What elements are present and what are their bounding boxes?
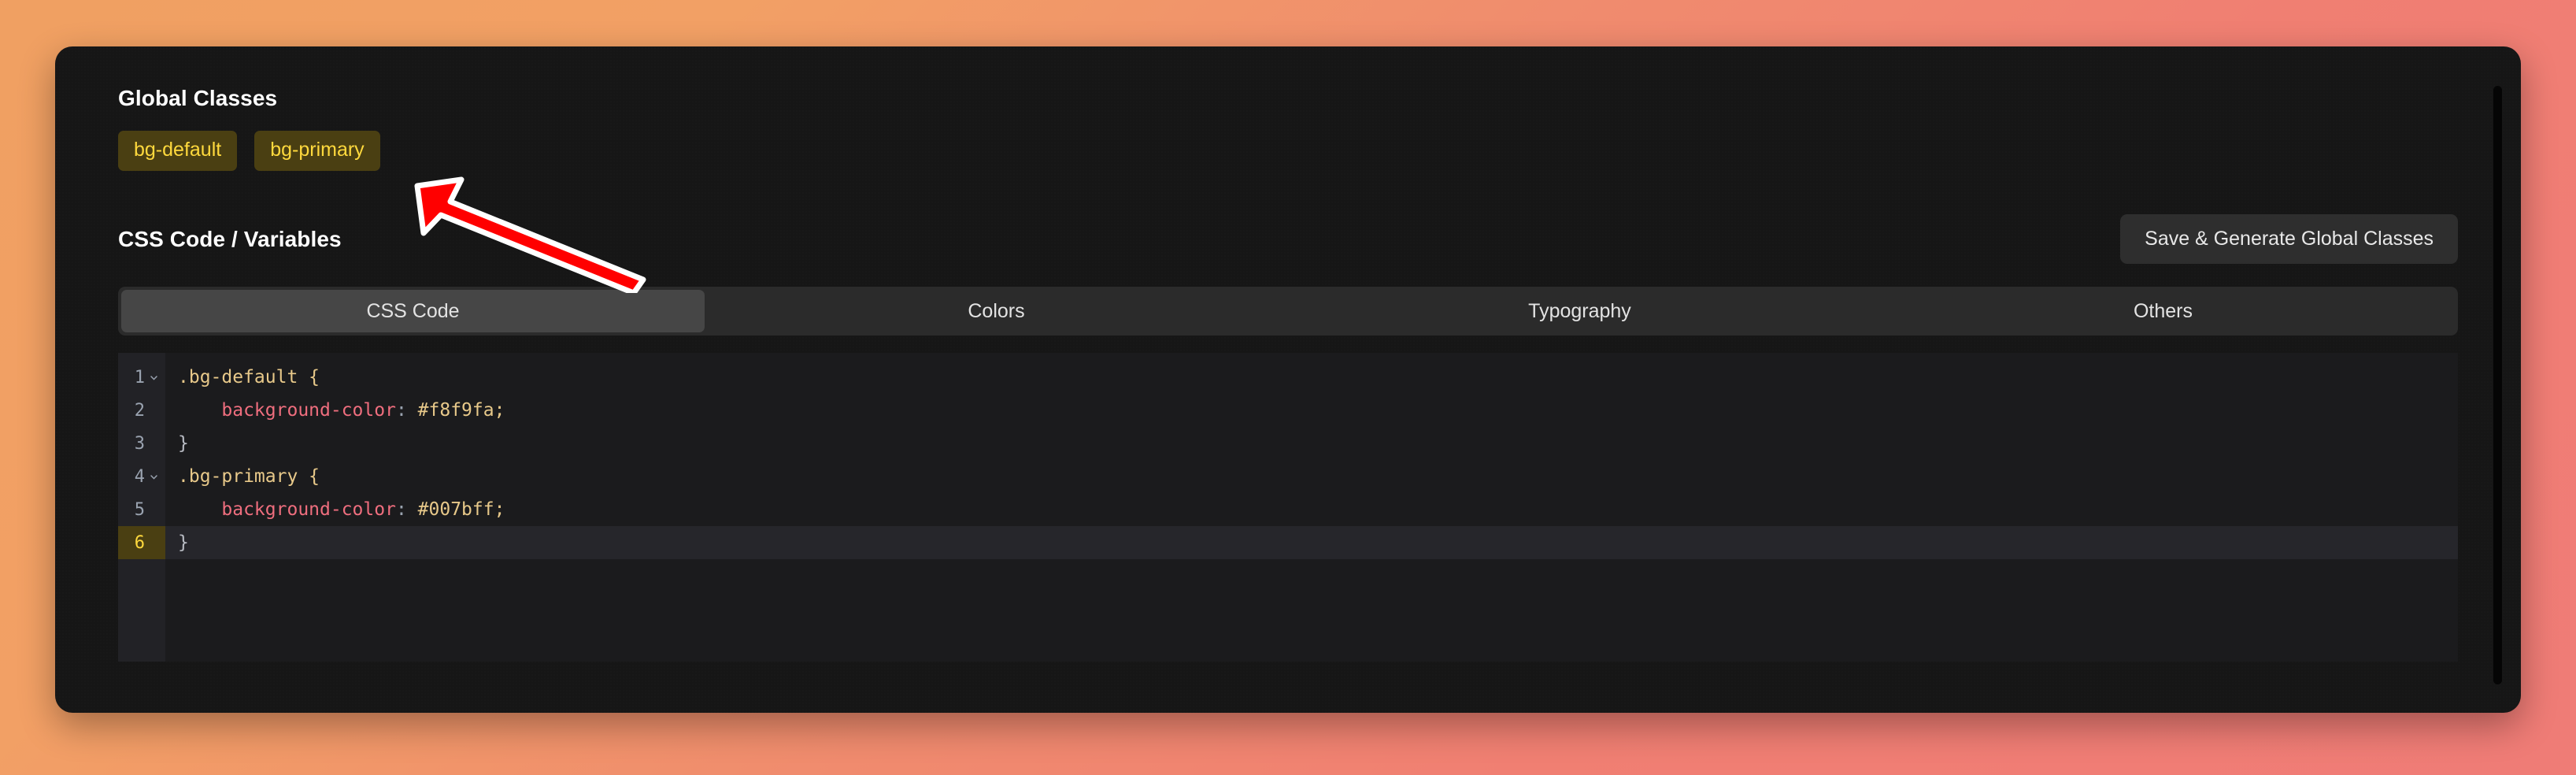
css-variables-header: CSS Code / Variables Save & Generate Glo… (118, 214, 2458, 264)
line-number: 3 (134, 433, 145, 454)
line-number: 2 (134, 400, 145, 421)
global-classes-section: Global Classes bg-default bg-primary (118, 86, 2458, 171)
code-token-property: background-color (221, 400, 396, 421)
panel-scrollbar-track[interactable] (2493, 86, 2502, 684)
code-line-4[interactable]: .bg-primary { (165, 460, 2458, 493)
code-token-colon: : (395, 400, 418, 421)
css-variables-heading: CSS Code / Variables (118, 226, 342, 251)
css-code-editor[interactable]: 1 2 3 4 5 6 .bg-default {background-col… (118, 353, 2458, 662)
code-token-close-brace: } (178, 532, 189, 553)
tab-colors[interactable]: Colors (705, 290, 1288, 332)
panel-content: Global Classes bg-default bg-primary CSS… (55, 46, 2521, 713)
tab-others[interactable]: Others (1871, 290, 2455, 332)
code-line-6-active[interactable]: } (165, 526, 2458, 559)
code-token-value: #007bff; (417, 499, 505, 520)
code-token-selector: .bg-default { (178, 367, 320, 388)
code-token-colon: : (395, 499, 418, 520)
line-number: 5 (134, 499, 145, 520)
fold-placeholder (149, 406, 159, 416)
code-line-3[interactable]: } (165, 427, 2458, 460)
global-classes-heading: Global Classes (118, 86, 278, 110)
editor-line-number-gutter: 1 2 3 4 5 6 (118, 353, 165, 662)
save-generate-global-classes-button[interactable]: Save & Generate Global Classes (2120, 214, 2458, 264)
code-token-property: background-color (221, 499, 396, 520)
gutter-line-3[interactable]: 3 (118, 427, 165, 460)
tab-typography[interactable]: Typography (1288, 290, 1871, 332)
gutter-line-4[interactable]: 4 (118, 460, 165, 493)
code-line-1[interactable]: .bg-default { (165, 361, 2458, 394)
code-line-5[interactable]: background-color: #007bff; (165, 493, 2458, 526)
class-chip-bg-default[interactable]: bg-default (118, 131, 238, 171)
css-variables-tab-bar: CSS Code Colors Typography Others (118, 287, 2458, 336)
code-token-selector: .bg-primary { (178, 466, 320, 487)
fold-placeholder (149, 505, 159, 515)
line-number: 6 (134, 532, 145, 553)
chevron-down-icon[interactable] (149, 472, 159, 482)
settings-panel: Global Classes bg-default bg-primary CSS… (55, 46, 2521, 713)
code-line-2[interactable]: background-color: #f8f9fa; (165, 394, 2458, 427)
gutter-line-2[interactable]: 2 (118, 394, 165, 427)
code-token-value: #f8f9fa; (417, 400, 505, 421)
fold-placeholder (149, 538, 159, 548)
chevron-down-icon[interactable] (149, 373, 159, 383)
gutter-line-1[interactable]: 1 (118, 361, 165, 394)
fold-placeholder (149, 439, 159, 449)
line-number: 4 (134, 466, 145, 487)
editor-code-area[interactable]: .bg-default { background-color: #f8f9fa;… (165, 353, 2458, 662)
gutter-line-6-active[interactable]: 6 (118, 526, 165, 559)
panel-scrollbar-thumb[interactable] (2493, 86, 2502, 684)
line-number: 1 (134, 367, 145, 388)
gutter-line-5[interactable]: 5 (118, 493, 165, 526)
global-classes-chip-list: bg-default bg-primary (118, 131, 2458, 171)
class-chip-bg-primary[interactable]: bg-primary (254, 131, 380, 171)
code-token-close-brace: } (178, 433, 189, 454)
tab-css-code[interactable]: CSS Code (121, 290, 705, 332)
